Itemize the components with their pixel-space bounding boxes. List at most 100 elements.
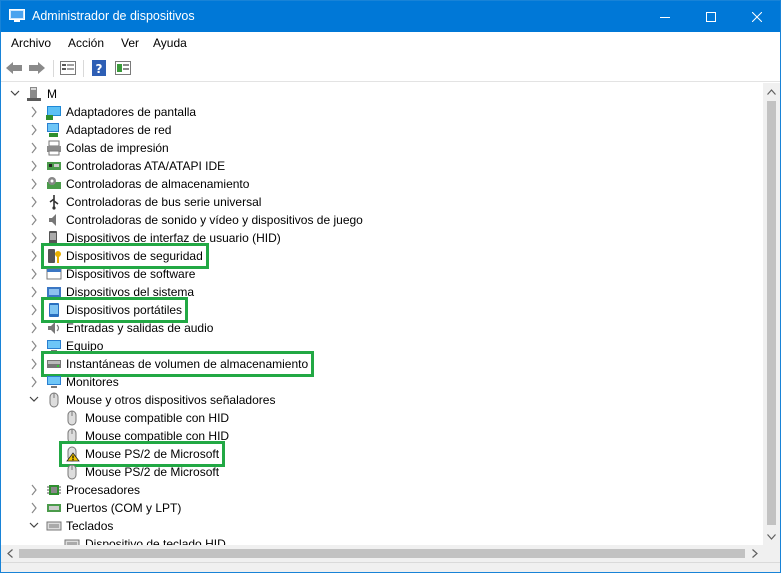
tree-item-label: Mouse y otros dispositivos señaladores <box>66 393 276 407</box>
tree-device[interactable]: Mouse compatible con HID <box>1 409 761 427</box>
menu-ayuda[interactable]: Ayuda <box>153 36 187 50</box>
properties-button[interactable] <box>58 59 78 77</box>
tree-root[interactable]: M <box>1 85 761 103</box>
chevron-right-icon[interactable] <box>29 214 39 226</box>
chevron-down-icon[interactable] <box>10 88 20 100</box>
chevron-down-icon[interactable] <box>29 394 39 406</box>
tree-category[interactable]: Controladoras de sonido y vídeo y dispos… <box>1 211 761 229</box>
vertical-scroll-thumb[interactable] <box>767 101 776 525</box>
mouse-icon <box>67 410 77 426</box>
scroll-down-button[interactable] <box>763 528 780 545</box>
maximize-button[interactable] <box>688 1 734 32</box>
tree-category[interactable]: Adaptadores de pantalla <box>1 103 761 121</box>
tree-category[interactable]: Mouse y otros dispositivos señaladores <box>1 391 761 409</box>
chevron-right-icon[interactable] <box>29 196 39 208</box>
scrollbar-corner <box>763 545 780 562</box>
ide-controller-icon <box>47 162 61 170</box>
chevron-right-icon[interactable] <box>29 160 39 172</box>
mouse-icon <box>67 464 77 480</box>
chevron-right-icon[interactable] <box>29 484 39 496</box>
toolbar: ? <box>1 55 780 82</box>
tree-item-label: Puertos (COM y LPT) <box>66 501 182 515</box>
device-view-button[interactable] <box>113 59 133 77</box>
tree-item-label: Entradas y salidas de audio <box>66 321 214 335</box>
tree-category[interactable]: Colas de impresión <box>1 139 761 157</box>
tree-category[interactable]: Controladoras de almacenamiento <box>1 175 761 193</box>
close-icon <box>752 11 762 22</box>
properties-icon <box>60 61 76 75</box>
chevron-right-icon[interactable] <box>29 286 39 298</box>
tree-item-label: Mouse compatible con HID <box>85 411 230 425</box>
print-queue-icon <box>47 140 61 156</box>
close-button[interactable] <box>734 1 780 32</box>
chevron-right-icon[interactable] <box>29 376 39 388</box>
tree-category[interactable]: Adaptadores de red <box>1 121 761 139</box>
menu-bar: Archivo Acción Ver Ayuda <box>1 32 780 54</box>
chevron-right-icon[interactable] <box>29 124 39 136</box>
usb-icon <box>49 195 59 210</box>
svg-text:?: ? <box>96 62 103 76</box>
tree-item-label: Procesadores <box>66 483 141 497</box>
minimize-button[interactable] <box>642 1 688 32</box>
horizontal-scroll-thumb[interactable] <box>19 549 745 558</box>
tree-item-label: Controladoras de almacenamiento <box>66 177 250 191</box>
tree-category[interactable]: Puertos (COM y LPT) <box>1 499 761 517</box>
chevron-right-icon[interactable] <box>29 142 39 154</box>
network-adapter-icon <box>47 123 59 137</box>
tree-item-label: Controladoras ATA/ATAPI IDE <box>66 159 226 173</box>
tree-device[interactable]: Mouse PS/2 de Microsoft <box>1 463 761 481</box>
tree-category[interactable]: Procesadores <box>1 481 761 499</box>
minimize-icon <box>660 16 670 18</box>
back-button[interactable] <box>4 59 24 77</box>
chevron-right-icon[interactable] <box>29 232 39 244</box>
scroll-up-button[interactable] <box>763 83 780 100</box>
chevron-right-icon[interactable] <box>29 322 39 334</box>
chevron-right-icon[interactable] <box>29 106 39 118</box>
keyboard-icon <box>64 539 80 545</box>
tree-category[interactable]: Dispositivos de software <box>1 265 761 283</box>
device-manager-window: Administrador de dispositivos Archivo Ac… <box>0 0 781 573</box>
tree-category[interactable]: Controladoras ATA/ATAPI IDE <box>1 157 761 175</box>
menu-archivo[interactable]: Archivo <box>11 36 51 50</box>
vertical-scrollbar[interactable] <box>763 83 780 545</box>
chevron-right-icon[interactable] <box>29 250 39 262</box>
chevron-right-icon[interactable] <box>29 304 39 316</box>
chevron-right-icon[interactable] <box>29 502 39 514</box>
tree-category[interactable]: Teclados <box>1 517 761 535</box>
chevron-down-icon <box>767 533 776 540</box>
tree-category[interactable]: Monitores <box>1 373 761 391</box>
display-adapter-icon <box>46 106 61 120</box>
tree-item-label: Colas de impresión <box>66 141 169 155</box>
device-manager-app-icon <box>9 9 25 22</box>
tree-item-label: Controladoras de sonido y vídeo y dispos… <box>66 213 363 227</box>
help-button[interactable]: ? <box>89 59 109 77</box>
device-tree[interactable]: M Adaptadores de pantalla Adaptadores de … <box>1 83 763 545</box>
tree-category[interactable]: Controladoras de bus serie universal <box>1 193 761 211</box>
chevron-right-icon[interactable] <box>29 358 39 370</box>
tree-item-label: Adaptadores de red <box>66 123 172 137</box>
back-arrow-icon <box>6 62 22 74</box>
scroll-left-button[interactable] <box>1 545 18 562</box>
tree-category[interactable]: Entradas y salidas de audio <box>1 319 761 337</box>
keyboard-icon <box>46 521 62 531</box>
toolbar-separator <box>83 60 84 77</box>
sound-icon <box>49 214 56 226</box>
title-bar[interactable]: Administrador de dispositivos <box>1 1 780 32</box>
scroll-right-button[interactable] <box>746 545 763 562</box>
tree-device[interactable]: Dispositivo de teclado HID <box>1 535 761 545</box>
chevron-right-icon[interactable] <box>29 268 39 280</box>
forward-button[interactable] <box>27 59 47 77</box>
horizontal-scrollbar[interactable] <box>1 545 763 562</box>
monitor-icon <box>47 376 61 388</box>
chevron-right-icon[interactable] <box>29 340 39 352</box>
chevron-down-icon[interactable] <box>29 520 39 532</box>
toolbar-separator <box>53 60 54 77</box>
chevron-right-icon[interactable] <box>29 178 39 190</box>
help-icon: ? <box>92 60 106 76</box>
tree-item-label: Dispositivos de software <box>66 267 196 281</box>
menu-ver[interactable]: Ver <box>121 36 139 50</box>
menu-accion[interactable]: Acción <box>68 36 104 50</box>
window-title: Administrador de dispositivos <box>32 9 195 23</box>
device-view-icon <box>115 61 131 75</box>
chevron-right-icon <box>751 549 758 558</box>
